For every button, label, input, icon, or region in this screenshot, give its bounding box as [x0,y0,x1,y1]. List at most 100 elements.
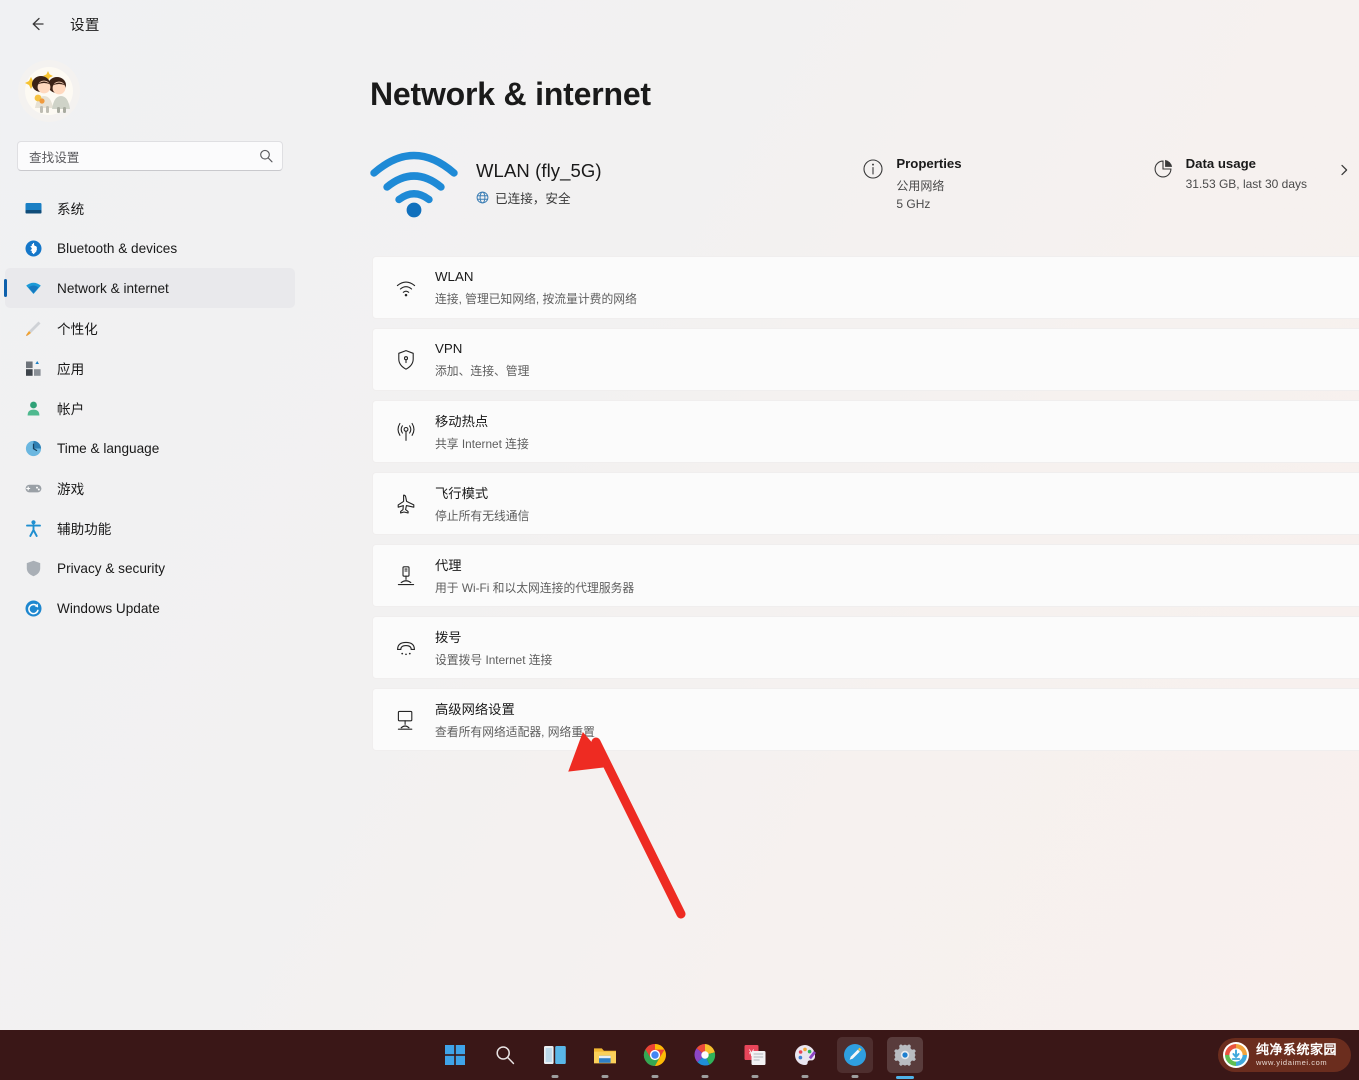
running-indicator [751,1075,758,1078]
properties-card[interactable]: Properties 公用网络 5 GHz [862,155,962,211]
sidebar-item-accessibility[interactable]: 辅助功能 [5,508,295,548]
avatar[interactable] [18,60,80,122]
search-button[interactable] [487,1037,523,1073]
sidebar-item-label: 帐户 [57,402,85,417]
clock-icon [23,438,43,458]
page-title: Network & internet [370,76,651,112]
search-container: 查找设置 [17,141,283,171]
row-text: 高级网络设置 查看所有网络适配器, 网络重置 [435,699,1359,740]
taskbar: ¥ [0,1030,1359,1080]
wifi-icon [389,276,423,300]
task-view-button[interactable] [537,1037,573,1078]
sidebar-item-gaming[interactable]: 游戏 [5,468,295,508]
sidebar-nav: 系统 Bluetooth & devices Network & interne… [0,188,300,628]
main-content: Network & internet WLAN (fly_5G) 已连接，安全 … [300,48,1359,1030]
paint-button[interactable] [787,1037,823,1078]
sidebar-item-label: 辅助功能 [57,522,112,537]
settings-row-mobile-hotspot[interactable]: 移动热点 共享 Internet 连接 关 [372,400,1359,463]
settings-row-wlan[interactable]: WLAN 连接, 管理已知网络, 按流量计费的网络 开 [372,256,1359,319]
pie-chart-icon [1152,158,1174,180]
window-title: 设置 [70,17,100,34]
row-title: VPN [435,341,463,356]
globe-icon [476,191,489,204]
sidebar-item-label: Network & internet [57,280,169,296]
sidebar-item-personalization[interactable]: 个性化 [5,308,295,348]
network-status-line: 已连接，安全 [476,188,602,207]
settings-button[interactable] [886,1037,923,1079]
search-input[interactable]: 查找设置 [17,141,283,171]
sidebar-item-apps[interactable]: 应用 [5,348,295,388]
sidebar-item-system[interactable]: 系统 [5,188,295,228]
data-usage-line1: 31.53 GB, last 30 days [1185,177,1307,191]
accessibility-icon [23,518,43,538]
window-titlebar: 设置 [0,0,1359,48]
active-indicator [895,1076,914,1079]
sidebar-item-label: 游戏 [57,482,85,497]
bluetooth-icon [23,238,43,258]
settings-row-vpn[interactable]: VPN 添加、连接、管理 [372,328,1359,391]
watermark-logo-icon [1222,1042,1249,1068]
chevron-right-icon [1337,163,1351,182]
row-title: WLAN [435,269,474,284]
sidebar-item-bluetooth-devices[interactable]: Bluetooth & devices [5,228,295,268]
network-status-text: 已连接，安全 [495,191,571,206]
wps-button[interactable]: ¥ [737,1037,773,1078]
wifi-icon [23,278,43,298]
sidebar-item-time-language[interactable]: Time & language [5,428,295,468]
watermark-cn: 纯净系统家园 [1255,1042,1337,1058]
sidebar-item-label: Windows Update [57,600,160,616]
network-identity: WLAN (fly_5G) 已连接，安全 [476,160,602,207]
row-text: WLAN 连接, 管理已知网络, 按流量计费的网络 [435,268,1359,307]
running-indicator [701,1075,708,1078]
account-icon [23,398,43,418]
update-icon [23,598,43,618]
back-icon[interactable] [22,9,52,39]
row-subtitle: 查看所有网络适配器, 网络重置 [435,725,595,739]
settings-row-advanced-network[interactable]: 高级网络设置 查看所有网络适配器, 网络重置 [372,688,1359,751]
search-placeholder: 查找设置 [29,150,80,165]
file-explorer-button[interactable] [587,1037,623,1078]
sidebar-item-label: Bluetooth & devices [57,240,178,256]
running-indicator [851,1075,858,1078]
sidebar-item-privacy-security[interactable]: Privacy & security [5,548,295,588]
settings-row-airplane-mode[interactable]: 飞行模式 停止所有无线通信 关 [372,472,1359,535]
running-indicator [651,1075,658,1078]
sidebar-item-windows-update[interactable]: Windows Update [5,588,295,628]
row-subtitle: 添加、连接、管理 [435,364,530,378]
properties-title: Properties [896,156,962,171]
apps-icon [23,358,43,378]
sidebar-item-network-internet[interactable]: Network & internet [4,268,295,308]
start-button[interactable] [437,1037,473,1073]
sidebar-item-label: 系统 [57,202,85,217]
row-title: 代理 [435,558,462,573]
monitor-icon [23,198,43,218]
row-text: 移动热点 共享 Internet 连接 [435,411,1359,452]
chrome-button[interactable] [637,1037,673,1078]
network-settings-list: WLAN 连接, 管理已知网络, 按流量计费的网络 开 VPN [372,256,1359,760]
row-subtitle: 共享 Internet 连接 [435,437,529,451]
row-text: 拨号 设置拨号 Internet 连接 [435,627,1359,668]
search-icon [258,148,274,164]
sidebar-item-label: Time & language [57,440,160,456]
hero-actions: Properties 公用网络 5 GHz Data usage 31.53 G… [862,155,1351,211]
photos-button[interactable] [687,1037,723,1078]
sidebar: 查找设置 系统 Bluetooth & devices Network & in… [0,48,300,1030]
row-subtitle: 用于 Wi-Fi 和以太网连接的代理服务器 [435,581,635,595]
editor-button[interactable] [836,1037,873,1078]
proxy-icon [389,564,423,588]
running-indicator [601,1075,608,1078]
watermark-en: www.yidaimei.com [1255,1057,1328,1067]
taskbar-icons: ¥ [437,1030,923,1080]
sidebar-item-accounts[interactable]: 帐户 [5,388,295,428]
settings-row-proxy[interactable]: 代理 用于 Wi-Fi 和以太网连接的代理服务器 [372,544,1359,607]
row-subtitle: 连接, 管理已知网络, 按流量计费的网络 [435,292,637,306]
data-usage-card[interactable]: Data usage 31.53 GB, last 30 days [1152,155,1351,191]
network-name: WLAN (fly_5G) [476,159,602,181]
hotspot-icon [389,420,423,444]
properties-line1: 公用网络 [896,179,945,193]
row-title: 拨号 [435,630,462,645]
info-icon [862,158,884,180]
row-text: VPN 添加、连接、管理 [435,340,1359,379]
dialup-icon [389,636,423,660]
settings-row-dial-up[interactable]: 拨号 设置拨号 Internet 连接 [372,616,1359,679]
